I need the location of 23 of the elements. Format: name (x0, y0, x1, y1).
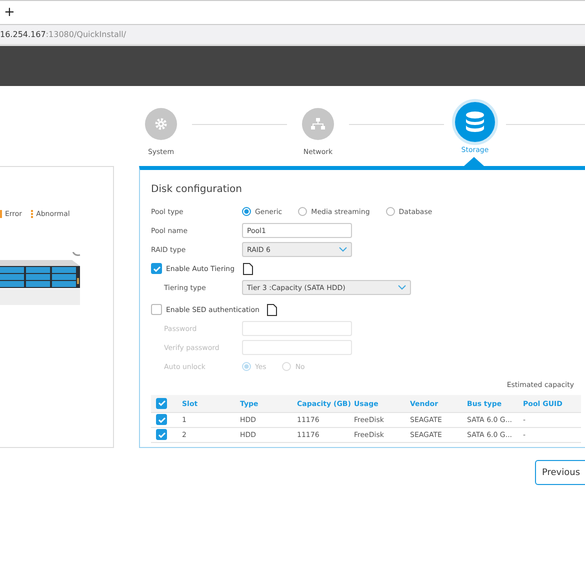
checkbox[interactable] (151, 304, 162, 315)
legend-marker (0, 210, 2, 218)
row-checkbox[interactable] (156, 429, 167, 440)
chevron-icon (398, 285, 406, 290)
step-button[interactable] (302, 108, 334, 140)
new-tab-button[interactable]: + (4, 5, 15, 20)
database-icon (465, 111, 485, 133)
password-field[interactable] (242, 321, 352, 336)
document-icon[interactable] (242, 262, 253, 274)
checkbox[interactable] (151, 263, 162, 274)
row-checkbox[interactable] (156, 414, 167, 426)
select-all-checkbox[interactable] (156, 398, 167, 409)
section-title: Disk configuration (151, 184, 243, 195)
step-button[interactable] (145, 108, 177, 140)
document-icon[interactable] (267, 304, 278, 316)
network-icon (311, 118, 325, 130)
address-bar[interactable]: 16.254.167:13080/QuickInstall/ (0, 25, 585, 46)
step-button[interactable] (455, 102, 495, 142)
password-field[interactable] (242, 340, 352, 355)
gear-icon (154, 117, 168, 131)
chevron-icon (339, 247, 347, 252)
previous-button[interactable]: Previous (535, 460, 585, 485)
legend-marker (31, 210, 34, 218)
